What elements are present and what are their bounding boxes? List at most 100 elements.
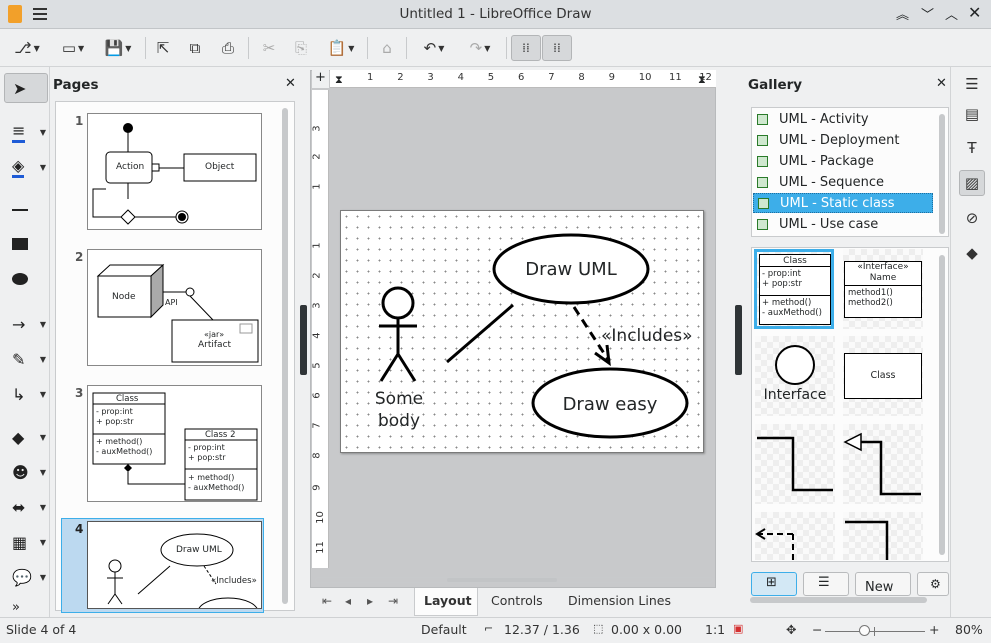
tab-layout[interactable]: Layout	[424, 593, 472, 608]
export-pdf-button[interactable]: ⧉	[184, 35, 206, 61]
theme-item[interactable]: UML - Package	[753, 151, 933, 171]
indent-marker-icon[interactable]: ⧗	[335, 73, 343, 87]
pages-panel-title: Pages	[53, 77, 99, 93]
ruler-h-label: 11	[669, 72, 682, 83]
navigator-icon[interactable]: ⊘	[959, 205, 985, 231]
ruler-v-label: 2	[311, 272, 323, 279]
use-case-draw-uml[interactable]: Draw UML	[494, 259, 648, 280]
page-thumbnail-4[interactable]: Draw UML «Includes»	[87, 521, 262, 609]
new-theme-button[interactable]: New	[855, 572, 911, 596]
display-grid-button[interactable]: ⁞⁞	[511, 35, 541, 61]
actor-label-line1[interactable]: Some	[361, 389, 437, 409]
pages-scrollbar[interactable]	[282, 108, 288, 604]
basic-shapes-tool[interactable]: ◆ ▼	[4, 422, 48, 452]
next-page-icon[interactable]: ▸	[367, 594, 373, 608]
print-button[interactable]: ⎙	[217, 35, 239, 61]
theme-list-scrollbar[interactable]	[939, 114, 945, 234]
select-tool[interactable]: ➤	[4, 73, 48, 103]
redo-button[interactable]: ↷ ▼	[460, 35, 500, 61]
fit-to-window-icon[interactable]: ✥	[786, 622, 796, 637]
close-gallery-icon[interactable]: ✕	[936, 76, 947, 91]
save-button[interactable]: 💾 ▼	[98, 35, 138, 61]
theme-item[interactable]: UML - Use case	[753, 214, 933, 234]
page-thumbnail-2[interactable]: Node API «jar» Artifact	[87, 249, 262, 366]
horizontal-ruler[interactable]: ⧗ ⧗ 1 2 3 4 5 6 7 8 9 10 11 12	[330, 70, 716, 88]
gallery-item-class-simple[interactable]: Class	[843, 336, 923, 416]
curve-tool[interactable]: ✎ ▼	[4, 344, 48, 374]
properties-icon[interactable]: ▤	[959, 101, 985, 127]
theme-item-selected[interactable]: UML - Static class	[753, 193, 933, 213]
zoom-slider-thumb[interactable]	[859, 625, 870, 636]
block-arrows-tool[interactable]: ⬌ ▼	[4, 492, 48, 522]
theme-properties-button[interactable]: ⚙	[917, 572, 949, 596]
shapes-icon[interactable]: ◆	[959, 240, 985, 266]
gallery-item-association[interactable]	[843, 512, 923, 560]
minimize-icon[interactable]: ﹀	[921, 4, 934, 23]
gallery-item-interface[interactable]: «Interface» Name method1() method2()	[843, 249, 923, 329]
keep-above-icon[interactable]: ︽	[896, 4, 909, 23]
page-thumbnail-1[interactable]: Action Object	[87, 113, 262, 230]
thumb-text: - auxMethod()	[188, 483, 245, 492]
prev-page-icon[interactable]: ◂	[345, 594, 351, 608]
last-page-icon[interactable]: ⇥	[388, 594, 398, 608]
tab-controls[interactable]: Controls	[491, 593, 543, 608]
icon-view-button[interactable]: ⊞	[751, 572, 797, 596]
includes-label[interactable]: «Includes»	[601, 326, 693, 346]
theme-item[interactable]: UML - Deployment	[753, 130, 933, 150]
detailed-view-button[interactable]: ☰	[803, 572, 849, 596]
export-button[interactable]: ⇱	[152, 35, 174, 61]
gallery-item-generalization[interactable]	[843, 424, 923, 504]
arrow-line-tool[interactable]: → ▼	[4, 309, 48, 339]
thumb-text: «Includes»	[211, 576, 257, 586]
line-color-tool[interactable]: ≡ ▼	[4, 117, 48, 147]
gallery-item-interface-lollipop[interactable]: Interface	[755, 336, 835, 416]
first-page-icon[interactable]: ⇤	[322, 594, 332, 608]
gallery-h-scrollbar[interactable]	[750, 597, 927, 603]
gallery-item-class[interactable]: Class - prop:int + pop:str + method() - …	[754, 249, 834, 329]
new-document-button[interactable]: ⎇ ▼	[8, 35, 46, 61]
styles-icon[interactable]: Ŧ	[959, 135, 985, 161]
sidebar-menu-icon[interactable]: ☰	[959, 71, 985, 97]
page-thumbnail-3[interactable]: Class - prop:int + pop:str + method() - …	[87, 385, 262, 502]
theme-item[interactable]: UML - Sequence	[753, 172, 933, 192]
document-modified-icon[interactable]: ▣	[733, 622, 743, 635]
zoom-percentage[interactable]: 80%	[955, 622, 983, 637]
snap-to-grid-button[interactable]: ⁞⁞	[542, 35, 572, 61]
layout-name[interactable]: Default	[421, 622, 467, 637]
flowchart-tool[interactable]: ▦ ▼	[4, 527, 48, 557]
gallery-icon[interactable]: ▨	[959, 170, 985, 196]
rectangle-tool[interactable]	[4, 229, 48, 259]
gallery-items-scrollbar[interactable]	[939, 255, 945, 555]
maximize-icon[interactable]: ︿	[945, 4, 958, 23]
connector-tool[interactable]: ↳ ▼	[4, 379, 48, 409]
ruler-v-label: 6	[311, 392, 323, 399]
paste-button[interactable]: 📋 ▼	[322, 35, 360, 61]
cut-button[interactable]: ✂	[258, 35, 280, 61]
line-tool[interactable]	[4, 195, 48, 225]
gallery-item-dependency[interactable]	[755, 512, 835, 560]
fill-color-tool[interactable]: ◈ ▼	[4, 152, 48, 182]
collapse-pages-handle[interactable]	[300, 305, 307, 375]
symbol-shapes-tool[interactable]: ☻ ▼	[4, 457, 48, 487]
zoom-out-icon[interactable]: −	[812, 622, 822, 637]
ellipse-tool[interactable]	[4, 264, 48, 294]
slide-page[interactable]: Draw UML Draw easy «Includes» Some body	[340, 210, 704, 453]
vertical-ruler[interactable]: 3 2 1 1 2 3 4 5 6 7 8 9 10 11	[312, 90, 329, 568]
callouts-tool[interactable]: 💬 ▼	[4, 562, 48, 592]
use-case-draw-easy[interactable]: Draw easy	[533, 394, 687, 415]
close-pages-icon[interactable]: ✕	[285, 76, 296, 91]
zoom-slider-track[interactable]	[825, 631, 925, 632]
paintbrush-icon: ⌂	[382, 39, 392, 57]
close-window-icon[interactable]: ✕	[968, 3, 981, 22]
tab-dimension-lines[interactable]: Dimension Lines	[568, 593, 671, 608]
undo-button[interactable]: ↶ ▼	[414, 35, 454, 61]
copy-button[interactable]: ⎘	[290, 35, 312, 61]
collapse-sidebar-handle[interactable]	[735, 305, 742, 375]
ruler-origin[interactable]: +	[312, 70, 329, 88]
clone-formatting-button[interactable]: ⌂	[376, 35, 398, 61]
actor-label-line2[interactable]: body	[361, 411, 437, 431]
open-button[interactable]: ▭ ▼	[54, 35, 92, 61]
gallery-item-connector[interactable]	[755, 424, 835, 504]
zoom-in-icon[interactable]: +	[929, 622, 939, 637]
theme-item[interactable]: UML - Activity	[753, 109, 933, 129]
